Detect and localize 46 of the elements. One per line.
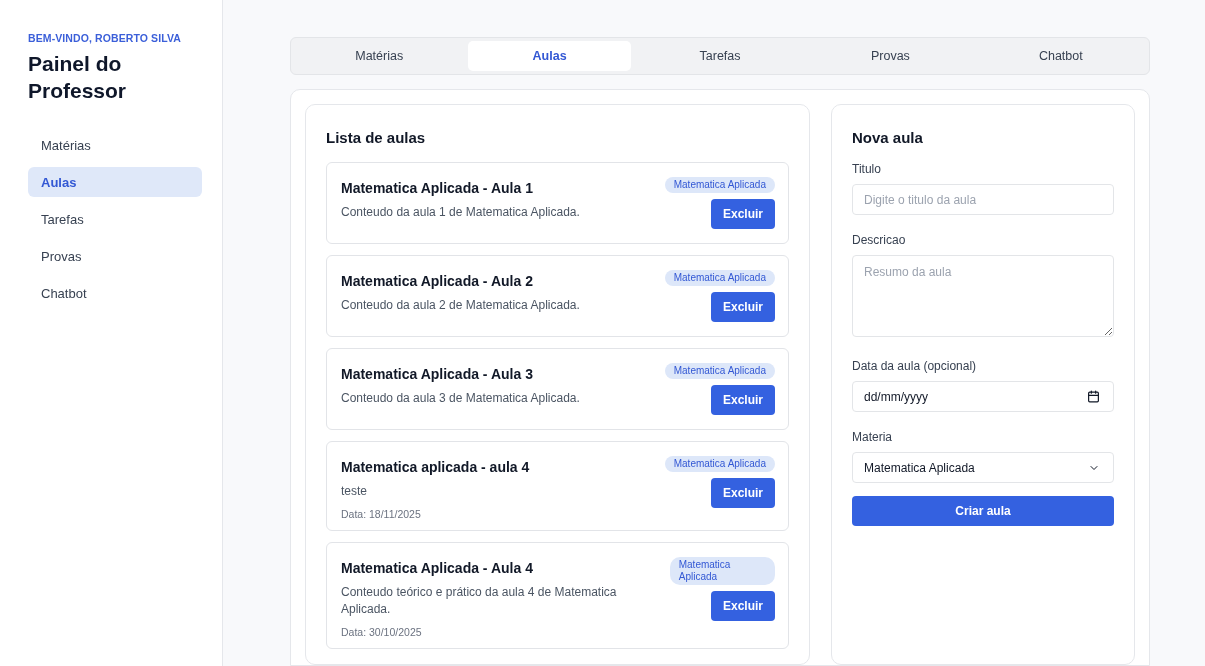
tab[interactable]: Tarefas (638, 41, 802, 71)
sidebar-item[interactable]: Aulas (28, 167, 202, 197)
welcome-text: BEM-VINDO, ROBERTO SILVA (28, 32, 182, 44)
sidebar-item[interactable]: Matérias (28, 130, 202, 160)
delete-button[interactable]: Excluir (710, 292, 775, 322)
lesson-description: Conteudo da aula 2 de Matematica Aplicada. (341, 297, 580, 314)
date-input[interactable]: dd/mm/yyyy (852, 381, 1114, 412)
tab[interactable]: Matérias (298, 41, 461, 71)
delete-button[interactable]: Excluir (710, 478, 775, 508)
card-title: Lista de aulas (326, 129, 427, 146)
lesson-title: Matematica Aplicada - Aula 2 (341, 273, 534, 289)
tab[interactable]: Aulas (468, 41, 631, 71)
lesson-date: Data: 30/10/2025 (341, 626, 423, 638)
panel-title: Painel do Professor (28, 51, 128, 104)
tab[interactable]: Provas (809, 41, 972, 71)
delete-button[interactable]: Excluir (710, 591, 775, 621)
lesson-title: Matematica aplicada - aula 4 (341, 459, 530, 475)
sidebar-item[interactable]: Provas (28, 241, 202, 271)
lesson-title: Matematica Aplicada - Aula 4 (341, 560, 534, 576)
card-title: Nova aula (852, 129, 924, 146)
delete-button[interactable]: Excluir (710, 199, 775, 229)
subject-select[interactable]: Matematica Aplicada (852, 452, 1114, 483)
field-label: Data da aula (opcional) (852, 359, 978, 373)
title-input[interactable]: Digite o titulo da aula (852, 184, 1114, 215)
tab[interactable]: Chatbot (979, 41, 1143, 71)
description-input[interactable]: Resumo da aula (852, 255, 1114, 337)
lesson-date: Data: 18/11/2025 (341, 508, 422, 520)
subject-tag: Matematica Aplicada (664, 363, 775, 379)
sidebar-item[interactable]: Tarefas (28, 204, 202, 234)
subject-tag: Matematica Aplicada (669, 557, 775, 585)
subject-tag: Matematica Aplicada (664, 270, 775, 286)
subject-tag: Matematica Aplicada (664, 456, 775, 472)
delete-button[interactable]: Excluir (710, 385, 775, 415)
lesson-description: Conteudo da aula 3 de Matematica Aplicada. (341, 390, 580, 407)
lesson-title: Matematica Aplicada - Aula 3 (341, 366, 534, 382)
subject-tag: Matematica Aplicada (664, 177, 775, 193)
create-lesson-button[interactable]: Criar aula (852, 496, 1114, 526)
lesson-description: teste (341, 483, 368, 500)
lesson-description: Conteudo da aula 1 de Matematica Aplicada. (341, 204, 580, 221)
field-label: Titulo (852, 162, 882, 176)
lesson-description: Conteudo teórico e prático da aula 4 de Matematica Aplicada. (341, 584, 618, 618)
sidebar-item[interactable]: Chatbot (28, 278, 202, 308)
calendar-icon[interactable] (1087, 390, 1100, 403)
field-label: Materia (852, 430, 893, 444)
field-label: Descricao (852, 233, 907, 247)
lesson-title: Matematica Aplicada - Aula 1 (341, 180, 534, 196)
